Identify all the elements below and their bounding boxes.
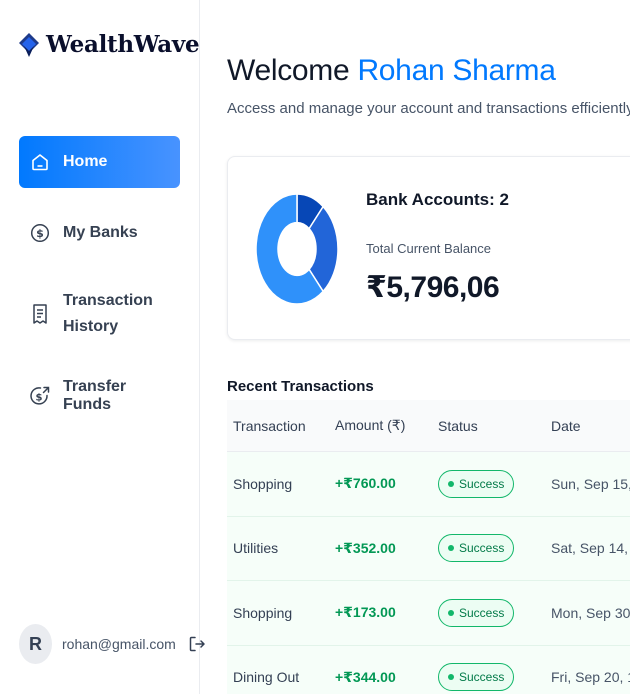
sidebar-item-transaction-history[interactable]: Transaction History — [19, 288, 180, 340]
column-header: Date — [551, 417, 581, 434]
status-cell: Success — [438, 598, 551, 627]
table-row[interactable]: Dining Out +₹344.00 Success Fri, Sep 20,… — [227, 645, 630, 694]
main-content: Welcome Rohan Sharma Access and manage y… — [227, 0, 630, 694]
receipt-icon — [29, 303, 51, 325]
user-name: Rohan Sharma — [357, 54, 556, 87]
money-send-icon: $ — [29, 385, 51, 407]
user-footer: R rohan@gmail.com — [19, 624, 206, 664]
table-header: Transaction Amount (₹) Status Date — [227, 400, 630, 452]
table-row[interactable]: Shopping +₹760.00 Success Sun, Sep 15, 1 — [227, 452, 630, 517]
sidebar-item-home[interactable]: Home — [19, 136, 180, 188]
transaction-amount: +₹173.00 — [335, 604, 396, 621]
column-header: Status — [438, 417, 478, 434]
svg-text:$: $ — [36, 393, 43, 404]
brand-logo-icon — [19, 32, 39, 57]
status-text: Success — [459, 476, 505, 491]
sidebar-item-my-banks[interactable]: $ My Banks — [19, 218, 180, 248]
transaction-date: Mon, Sep 30, — [551, 604, 630, 621]
column-header: Amount (₹) — [335, 417, 406, 433]
transaction-name: Utilities — [233, 540, 279, 557]
status-dot-icon — [448, 480, 454, 487]
transaction-date: Sun, Sep 15, 1 — [551, 475, 630, 492]
transaction-date: Sat, Sep 14, 1 — [551, 540, 630, 557]
transaction-amount: +₹344.00 — [335, 668, 396, 685]
status-cell: Success — [438, 534, 551, 563]
brand[interactable]: WealthWave — [18, 31, 200, 58]
status-dot-icon — [448, 545, 454, 552]
status-cell: Success — [438, 663, 551, 692]
sidebar-item-label: My Banks — [63, 224, 138, 241]
status-dot-icon — [448, 674, 454, 681]
table-row[interactable]: Shopping +₹173.00 Success Mon, Sep 30, — [227, 581, 630, 646]
logout-icon[interactable] — [188, 635, 206, 653]
user-email: rohan@gmail.com — [62, 636, 176, 652]
sidebar-item-label: Transaction History — [63, 292, 153, 335]
status-badge: Success — [438, 663, 515, 692]
avatar[interactable]: R — [19, 624, 52, 664]
status-badge: Success — [438, 469, 515, 498]
transaction-amount: +₹760.00 — [335, 475, 396, 492]
total-balance-label: Total Current Balance — [366, 241, 492, 256]
brand-name: WealthWave — [46, 31, 200, 58]
svg-text:$: $ — [36, 227, 44, 240]
dollar-circle-icon: $ — [29, 222, 51, 244]
transaction-name: Shopping — [233, 604, 293, 621]
recent-transactions-title: Recent Transactions — [227, 378, 374, 395]
page-title: Welcome Rohan Sharma — [227, 54, 556, 88]
transaction-amount: +₹352.00 — [335, 539, 396, 556]
sidebar-item-label: Home — [63, 153, 108, 170]
status-badge: Success — [438, 534, 515, 563]
status-text: Success — [459, 541, 505, 556]
total-balance-value: ₹5,796,06 — [366, 271, 500, 304]
home-icon — [29, 151, 51, 173]
status-badge: Success — [438, 598, 515, 627]
balance-donut-chart — [255, 193, 339, 305]
transaction-name: Dining Out — [233, 669, 300, 686]
table-row[interactable]: Utilities +₹352.00 Success Sat, Sep 14, … — [227, 516, 630, 581]
status-dot-icon — [448, 609, 454, 616]
transaction-name: Shopping — [233, 475, 293, 492]
column-header: Transaction — [233, 417, 306, 434]
sidebar-item-transfer-funds[interactable]: $ Transfer Funds — [19, 378, 180, 413]
status-cell: Success — [438, 469, 551, 498]
status-text: Success — [459, 605, 505, 620]
sidebar: WealthWave Home $ My Banks Transaction H… — [0, 0, 205, 694]
status-text: Success — [459, 670, 505, 685]
sidebar-nav: Home $ My Banks Transaction History $ Tr… — [19, 136, 180, 413]
sidebar-item-label: Transfer Funds — [63, 378, 127, 413]
greeting: Welcome — [227, 54, 350, 87]
bank-accounts-count: Bank Accounts: 2 — [366, 190, 509, 209]
transaction-date: Fri, Sep 20, 12 — [551, 669, 630, 686]
transactions-table: Transaction Amount (₹) Status Date Shopp… — [227, 400, 630, 694]
balance-card: Bank Accounts: 2 Total Current Balance ₹… — [227, 156, 630, 340]
page-subtitle: Access and manage your account and trans… — [227, 100, 630, 117]
